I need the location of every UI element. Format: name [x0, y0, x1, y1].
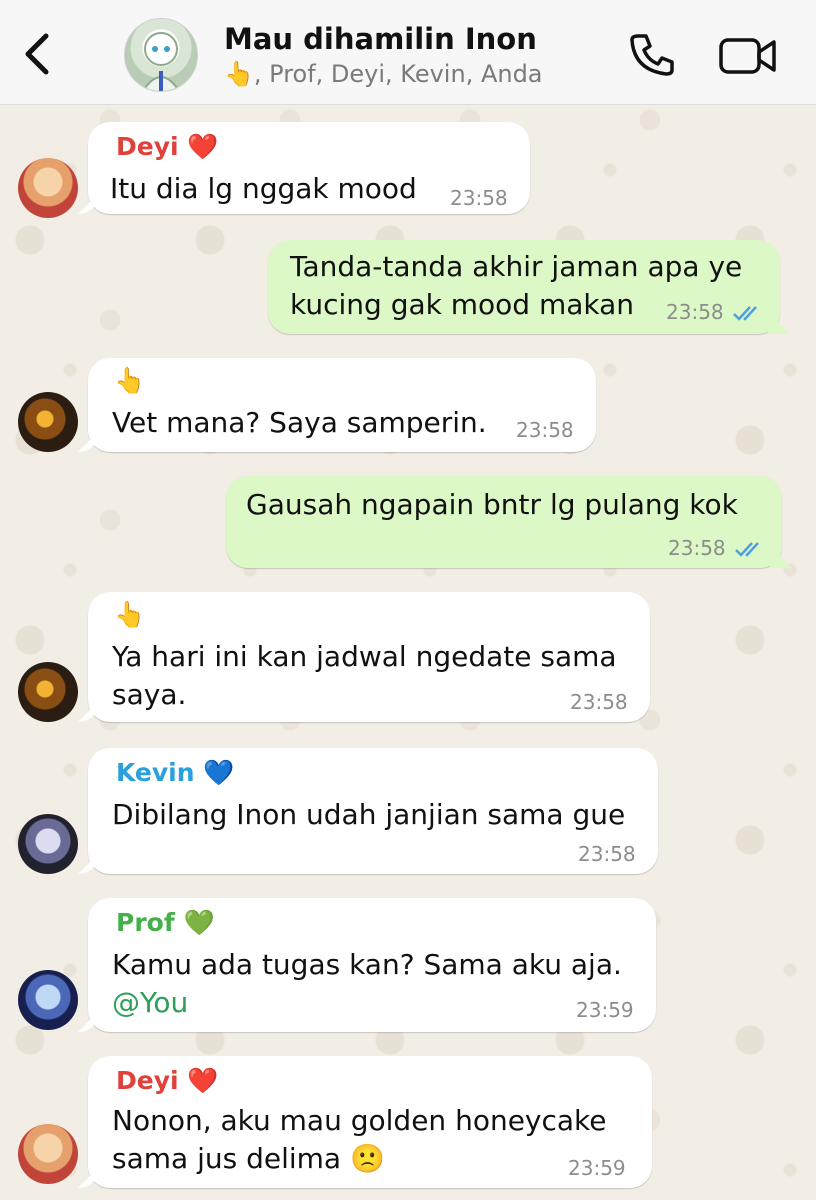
message-time: 23:58 — [668, 536, 726, 560]
message-time: 23:58 — [450, 186, 508, 210]
read-receipt-icon — [735, 542, 759, 557]
chat-header: Mau dihamilin Inon 👆, Prof, Deyi, Kevin,… — [0, 0, 816, 105]
sender-name: Deyi ❤️ — [116, 1066, 219, 1095]
read-receipt-icon — [733, 306, 757, 321]
message-text-line: sama jus delima 🙁 — [112, 1142, 385, 1175]
voice-call-button[interactable] — [628, 32, 676, 76]
sender-avatar-deyi[interactable] — [18, 158, 78, 218]
sender-avatar-kevin[interactable] — [18, 814, 78, 874]
mention-link[interactable]: @You — [112, 984, 188, 1022]
sender-name: 👆 — [114, 366, 146, 395]
message-bubble-incoming[interactable]: Deyi ❤️ Itu dia lg nggak mood 23:58 — [88, 122, 530, 214]
video-camera-icon — [719, 38, 776, 74]
message-text: Gausah ngapain bntr lg pulang kok — [246, 488, 738, 521]
chat-participants: 👆, Prof, Deyi, Kevin, Anda — [224, 60, 543, 88]
message-text-line: Ya hari ini kan jadwal ngedate sama — [112, 640, 617, 673]
chevron-left-icon — [25, 33, 49, 75]
back-button[interactable] — [18, 30, 58, 78]
group-avatar[interactable] — [124, 18, 198, 92]
message-time: 23:59 — [568, 1156, 626, 1180]
message-text: Vet mana? Saya samperin. — [112, 406, 487, 439]
phone-icon — [630, 34, 674, 76]
message-bubble-incoming[interactable]: Kevin 💙 Dibilang Inon udah janjian sama … — [88, 748, 658, 874]
chat-title[interactable]: Mau dihamilin Inon — [224, 22, 537, 56]
message-bubble-incoming[interactable]: 👆 Ya hari ini kan jadwal ngedate sama sa… — [88, 592, 650, 722]
message-text-line: saya. — [112, 678, 187, 711]
message-text-line: Nonon, aku mau golden honeycake — [112, 1104, 607, 1137]
message-text-line: Tanda-tanda akhir jaman apa ye — [290, 250, 743, 283]
sender-avatar-finger[interactable] — [18, 392, 78, 452]
video-call-button[interactable] — [718, 36, 778, 76]
message-time: 23:58 — [570, 690, 628, 714]
message-bubble-incoming[interactable]: 👆 Vet mana? Saya samperin. 23:58 — [88, 358, 596, 452]
message-text: Dibilang Inon udah janjian sama gue — [112, 798, 626, 831]
message-time: 23:58 — [516, 418, 574, 442]
sender-avatar-prof[interactable] — [18, 970, 78, 1030]
message-bubble-outgoing[interactable]: Tanda-tanda akhir jaman apa ye kucing ga… — [268, 240, 780, 334]
sender-avatar-finger[interactable] — [18, 662, 78, 722]
sender-avatar-deyi[interactable] — [18, 1124, 78, 1184]
message-bubble-incoming[interactable]: Deyi ❤️ Nonon, aku mau golden honeycake … — [88, 1056, 652, 1188]
message-time: 23:58 — [578, 842, 636, 866]
sender-name: Deyi ❤️ — [116, 132, 219, 161]
sender-name: 👆 — [114, 600, 146, 629]
message-bubble-outgoing[interactable]: Gausah ngapain bntr lg pulang kok 23:58 — [226, 476, 782, 568]
message-text-line: kucing gak mood makan — [290, 288, 635, 321]
message-bubble-incoming[interactable]: Prof 💚 Kamu ada tugas kan? Sama aku aja.… — [88, 898, 656, 1032]
message-text: Itu dia lg nggak mood — [110, 172, 417, 205]
message-time: 23:58 — [666, 300, 724, 324]
sender-name: Prof 💚 — [116, 908, 215, 937]
message-time: 23:59 — [576, 998, 634, 1022]
message-text-line: Kamu ada tugas kan? Sama aku aja. — [112, 948, 622, 981]
sender-name: Kevin 💙 — [116, 758, 235, 787]
